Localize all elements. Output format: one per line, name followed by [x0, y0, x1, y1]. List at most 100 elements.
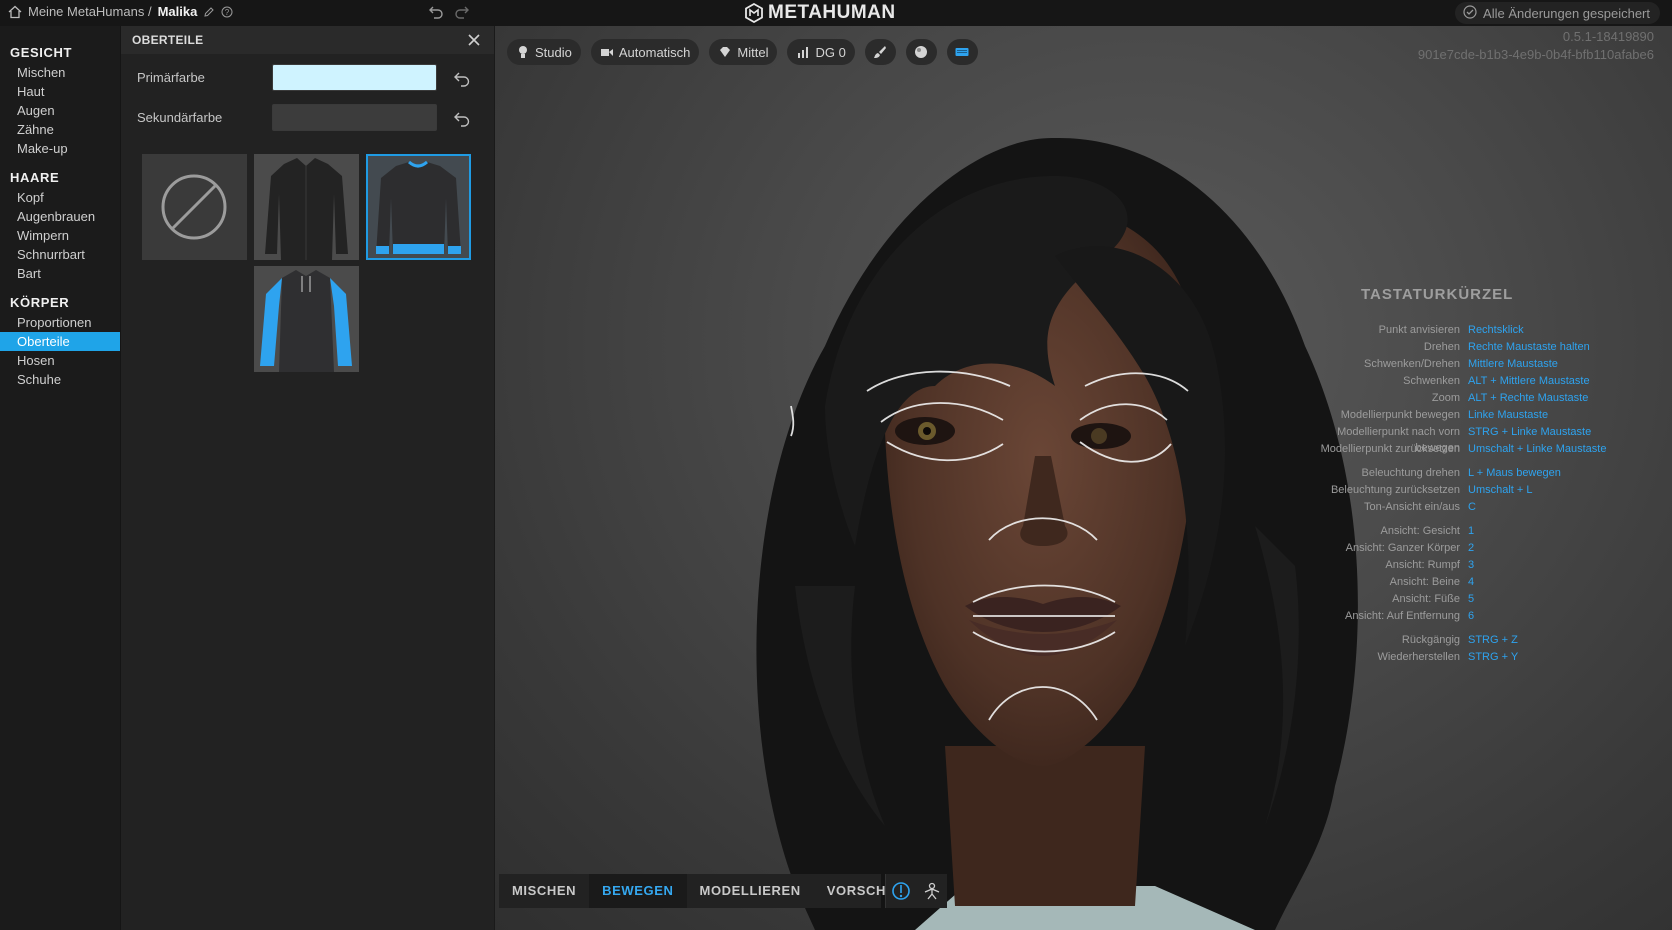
body-pose-icon[interactable] — [922, 881, 942, 901]
lod-icon — [796, 45, 810, 59]
category-nav: GESICHT Mischen Haut Augen Zähne Make-up… — [0, 26, 120, 930]
character-name: Malika — [157, 4, 198, 19]
nav-item-hosen[interactable]: Hosen — [0, 351, 120, 370]
nav-item-proportionen[interactable]: Proportionen — [0, 313, 120, 332]
save-status: Alle Änderungen gespeichert — [1455, 2, 1660, 24]
nav-item-bart[interactable]: Bart — [0, 264, 120, 283]
shortcut-row: Schwenken ALT + Mittlere Maustaste — [1305, 373, 1672, 389]
mode-tab-bewegen[interactable]: BEWEGEN — [589, 874, 687, 908]
shortcut-action: Ton-Ansicht ein/aus — [1364, 501, 1460, 513]
build-info: 0.5.1-18419890 901e7cde-b1b3-4e9b-0b4f-b… — [1418, 28, 1654, 64]
shortcut-action: Ansicht: Beine — [1389, 576, 1460, 588]
shortcut-key: 4 — [1468, 576, 1475, 588]
hoodie-image — [254, 266, 359, 372]
face-guide-icon[interactable] — [891, 881, 911, 901]
camera-icon — [600, 45, 614, 59]
keyboard-button[interactable] — [946, 39, 978, 65]
shortcut-row: Modellierpunkt bewegen Linke Maustaste — [1305, 407, 1672, 423]
reset-primary-icon[interactable] — [452, 68, 472, 88]
shortcut-action: Schwenken — [1403, 375, 1460, 387]
shortcut-action: Ansicht: Füße — [1392, 593, 1460, 605]
viewport[interactable]: Studio Automatisch Mittel DG 0 0.5.1-184… — [495, 26, 1672, 930]
camera-button[interactable]: Automatisch — [590, 39, 700, 65]
shortcut-action: Ansicht: Gesicht — [1380, 525, 1460, 537]
viewport-toolbar: Studio Automatisch Mittel DG 0 — [507, 39, 978, 65]
nav-item-zaehne[interactable]: Zähne — [0, 120, 120, 139]
shortcut-row: Rückgängig STRG + Z — [1305, 632, 1672, 648]
brush-button[interactable] — [864, 39, 896, 65]
shortcut-row: Ansicht: Ganzer Körper 2 — [1305, 540, 1672, 556]
primary-color-swatch[interactable] — [272, 64, 437, 91]
shortcut-action: Zoom — [1431, 392, 1460, 404]
primary-color-label: Primärfarbe — [137, 70, 205, 85]
tile-dark-shirt[interactable] — [254, 154, 359, 260]
material-button[interactable] — [905, 39, 937, 65]
shortcut-action: Modellierpunkt bewegen — [1340, 409, 1460, 421]
redo-icon[interactable] — [454, 4, 470, 20]
keyboard-icon — [955, 45, 969, 59]
shortcut-action: Ansicht: Ganzer Körper — [1345, 542, 1460, 554]
nav-item-wimpern[interactable]: Wimpern — [0, 226, 120, 245]
version-text: 0.5.1-18419890 — [1562, 29, 1654, 44]
nav-item-schuhe[interactable]: Schuhe — [0, 370, 120, 389]
nav-item-schnurrbart[interactable]: Schnurrbart — [0, 245, 120, 264]
shortcut-row: Wiederherstellen STRG + Y — [1305, 649, 1672, 665]
shortcut-action: Schwenken/Drehen — [1363, 358, 1460, 370]
camera-label: Automatisch — [618, 44, 691, 60]
quality-button[interactable]: Mittel — [709, 39, 778, 65]
shortcut-key: 2 — [1468, 542, 1475, 554]
home-icon[interactable] — [8, 5, 22, 19]
tile-blue-trim-sweater[interactable] — [366, 154, 471, 260]
brush-icon — [873, 45, 887, 59]
lighting-label: Studio — [535, 44, 572, 60]
shortcut-row: Beleuchtung drehen L + Maus bewegen — [1305, 465, 1672, 481]
shortcut-title: TASTATURKÜRZEL — [1361, 286, 1514, 303]
lod-button[interactable]: DG 0 — [787, 39, 855, 65]
mode-tools — [885, 874, 947, 908]
primary-color-row: Primärfarbe — [137, 64, 472, 91]
nav-item-kopf[interactable]: Kopf — [0, 188, 120, 207]
lod-label: DG 0 — [815, 44, 846, 60]
metahuman-logo-icon — [744, 2, 764, 24]
shortcut-action: Ansicht: Rumpf — [1385, 559, 1460, 571]
shortcut-row: Ansicht: Füße 5 — [1305, 591, 1672, 607]
tile-none[interactable] — [142, 154, 247, 260]
shortcut-action: Modellierpunkt zurücksetzen — [1320, 443, 1460, 455]
check-circle-icon — [1463, 4, 1477, 22]
secondary-color-row: Sekundärfarbe — [137, 104, 472, 131]
shortcut-row: Ansicht: Rumpf 3 — [1305, 557, 1672, 573]
dark-shirt-image — [254, 154, 359, 260]
lighting-button[interactable]: Studio — [507, 39, 581, 65]
shortcut-row: Punkt anvisieren Rechtsklick — [1305, 322, 1672, 338]
nav-item-oberteile[interactable]: Oberteile — [0, 332, 120, 351]
save-status-text: Alle Änderungen gespeichert — [1483, 5, 1650, 21]
close-icon[interactable] — [466, 32, 482, 48]
nav-item-haut[interactable]: Haut — [0, 82, 120, 101]
none-icon — [161, 174, 227, 240]
nav-item-augenbrauen[interactable]: Augenbrauen — [0, 207, 120, 226]
shortcut-action: Drehen — [1423, 341, 1460, 353]
shortcut-key: STRG + Y — [1468, 651, 1519, 663]
help-icon[interactable]: ? — [221, 6, 233, 18]
shortcut-key: 1 — [1468, 525, 1475, 537]
svg-text:?: ? — [225, 8, 230, 17]
shortcut-row: Ton-Ansicht ein/aus C — [1305, 499, 1672, 515]
shortcut-row: Drehen Rechte Maustaste halten — [1305, 339, 1672, 355]
shortcut-key: Mittlere Maustaste — [1468, 358, 1558, 370]
shortcut-row: Modellierpunkt zurücksetzen Umschalt + Li… — [1305, 441, 1672, 457]
shortcut-key: Rechte Maustaste halten — [1468, 341, 1590, 353]
shortcut-row: Beleuchtung zurücksetzen Umschalt + L — [1305, 482, 1672, 498]
breadcrumb-root[interactable]: Meine MetaHumans / — [28, 4, 152, 19]
diamond-icon — [718, 45, 732, 59]
undo-icon[interactable] — [428, 4, 444, 20]
tile-blue-sleeve-hoodie[interactable] — [254, 266, 359, 372]
nav-item-make-up[interactable]: Make-up — [0, 139, 120, 158]
mode-tab-modellieren[interactable]: MODELLIEREN — [687, 874, 814, 908]
secondary-color-swatch[interactable] — [272, 104, 437, 131]
nav-item-augen[interactable]: Augen — [0, 101, 120, 120]
shortcut-row: Zoom ALT + Rechte Maustaste — [1305, 390, 1672, 406]
mode-tab-mischen[interactable]: MISCHEN — [499, 874, 589, 908]
reset-secondary-icon[interactable] — [452, 108, 472, 128]
nav-item-mischen[interactable]: Mischen — [0, 63, 120, 82]
edit-icon[interactable] — [203, 6, 215, 18]
